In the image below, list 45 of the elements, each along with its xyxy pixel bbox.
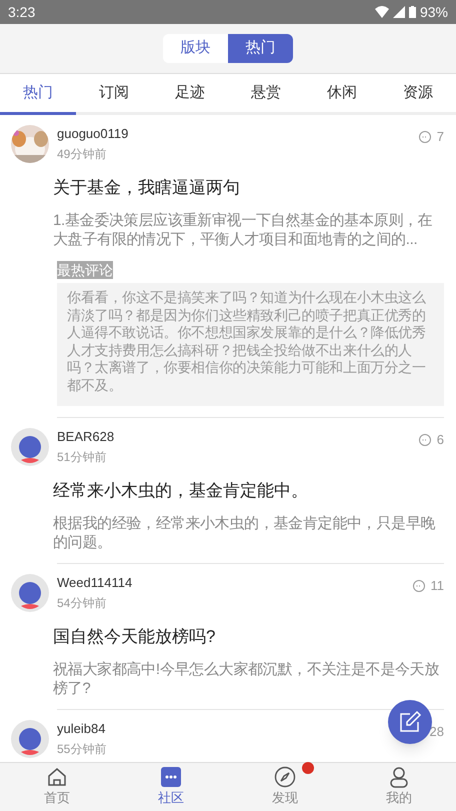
post-title[interactable]: 关于基金，我瞎逼逼两句 — [11, 176, 444, 200]
post-excerpt: 1.基金委决策层应该重新审视一下自然基金的基本原则，在大盘子有限的情况下，平衡人才项目和面地青的之间的... — [52, 211, 434, 249]
avatar-icon — [11, 428, 49, 466]
category-tab[interactable]: 悬赏 — [228, 74, 304, 115]
status-time: 3:23 — [8, 2, 36, 22]
battery-level: 93% — [420, 2, 448, 22]
comment-icon — [418, 130, 431, 143]
post-title[interactable]: 国自然今天能放榜吗? — [11, 625, 444, 649]
category-tab[interactable]: 热门 — [0, 74, 76, 115]
post-excerpt: 根据我的经验，经常来小木虫的，基金肯定能中，只是早晚的问题。 — [52, 514, 436, 552]
nav-tab[interactable]: 社区 — [114, 763, 228, 811]
post-excerpt: 祝福大家都高中!今早怎么大家都沉默，不关注是不是今天放榜了? — [52, 660, 440, 698]
signal-icon — [392, 6, 405, 18]
category-tab[interactable]: 足迹 — [152, 74, 228, 115]
comment-icon — [412, 580, 424, 592]
comment-icon — [418, 434, 431, 446]
post-time: 55分钟前 — [57, 741, 106, 758]
avatar-icon — [11, 574, 49, 612]
home-icon — [46, 766, 68, 788]
comment-count: 6 — [436, 431, 444, 449]
username[interactable]: yuleib84 — [57, 720, 106, 738]
chat-icon — [160, 766, 182, 788]
username[interactable]: BEAR628 — [57, 428, 114, 446]
comment-count: 11 — [430, 577, 444, 595]
battery-icon — [408, 6, 416, 18]
category-tab[interactable]: 订阅 — [76, 74, 152, 115]
comment-count: 7 — [436, 128, 444, 146]
post-time: 54分钟前 — [57, 595, 106, 612]
post-time: 49分钟前 — [57, 146, 106, 163]
username[interactable]: guoguo0119 — [57, 125, 128, 143]
compose-button[interactable] — [388, 700, 432, 744]
edit-icon — [398, 710, 422, 734]
segment-tab[interactable]: 热门 — [228, 34, 293, 63]
post-title[interactable]: 经常来小木虫的，基金肯定能中。 — [11, 479, 444, 503]
comment-count: 28 — [430, 723, 444, 741]
wifi-icon — [374, 6, 389, 18]
username[interactable]: Weed114114 — [57, 574, 132, 592]
post-time: 51分钟前 — [57, 449, 106, 466]
category-tab[interactable]: 资源 — [380, 74, 456, 115]
category-tab[interactable]: 休闲 — [304, 74, 380, 115]
compass-icon — [274, 766, 296, 788]
user-icon — [388, 766, 410, 788]
hot-comment-label: 最热评论 — [57, 261, 113, 279]
hot-comment: 你看看，你这不是搞笑来了吗？知道为什么现在小木虫这么清淡了吗？都是因为你们这些精致利己的喷子把真正优秀的人逼得不敢说话。你不想想国家发展靠的是什么？降低优秀人才支持费用怎么搞科研？把钱全投给做不出来什么的人吗？太离谱了，你要相信你的决策能力可能和上面万分之一都不及。 — [57, 283, 444, 406]
avatar-icon — [11, 720, 49, 758]
